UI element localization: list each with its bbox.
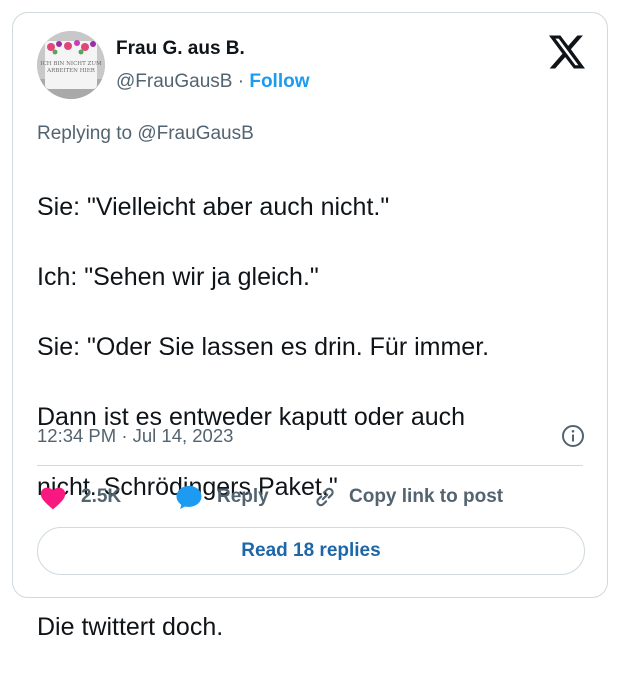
tweet-line: Die twittert doch. [37, 613, 224, 641]
timestamp-row: 12:34 PM · Jul 14, 2023 [37, 421, 585, 451]
separator-dot: · [232, 71, 250, 92]
like-count: 2.5K [81, 486, 122, 507]
tweet-text: Sie: "Vielleicht aber auch nicht." Ich: … [37, 155, 597, 680]
heart-icon [40, 487, 66, 510]
info-icon[interactable] [561, 424, 585, 448]
user-handle[interactable]: @FrauGausB [116, 71, 232, 92]
follow-button[interactable]: Follow [249, 71, 309, 92]
tweet-line: Sie: "Vielleicht aber auch nicht." [37, 193, 390, 221]
replying-to[interactable]: Replying to @FrauGausB [37, 123, 254, 145]
copy-link-label: Copy link to post [349, 486, 504, 507]
reply-button[interactable]: Reply [175, 481, 269, 513]
timestamp[interactable]: 12:34 PM · Jul 14, 2023 [37, 425, 233, 446]
handle-line: @FrauGausB · Follow [116, 69, 310, 95]
action-bar: 2.5K Reply Copy link to post [37, 481, 597, 513]
svg-text:ICH BIN NICHT ZUM: ICH BIN NICHT ZUM [40, 61, 102, 67]
tweet-card: ICH BIN NICHT ZUM ARBEITEN HIER Frau G. … [12, 12, 608, 641]
divider [37, 465, 583, 466]
reply-label: Reply [217, 486, 269, 507]
like-button[interactable]: 2.5K [39, 481, 121, 513]
author-block: Frau G. aus B. @FrauGausB · Follow [116, 37, 310, 95]
display-name[interactable]: Frau G. aus B. [116, 37, 310, 61]
link-icon [316, 487, 334, 507]
read-replies-button[interactable]: Read 18 replies [37, 527, 585, 575]
tweet-line: Sie: "Oder Sie lassen es drin. Für immer… [37, 333, 490, 361]
svg-text:ARBEITEN HIER: ARBEITEN HIER [46, 68, 96, 74]
tweet-line: Ich: "Sehen wir ja gleich." [37, 263, 319, 291]
speech-bubble-icon [176, 485, 202, 510]
copy-link-button[interactable]: Copy link to post [311, 481, 503, 513]
avatar[interactable]: ICH BIN NICHT ZUM ARBEITEN HIER [37, 31, 105, 99]
x-logo-icon[interactable] [549, 35, 585, 69]
avatar-image: ICH BIN NICHT ZUM ARBEITEN HIER [37, 31, 105, 99]
